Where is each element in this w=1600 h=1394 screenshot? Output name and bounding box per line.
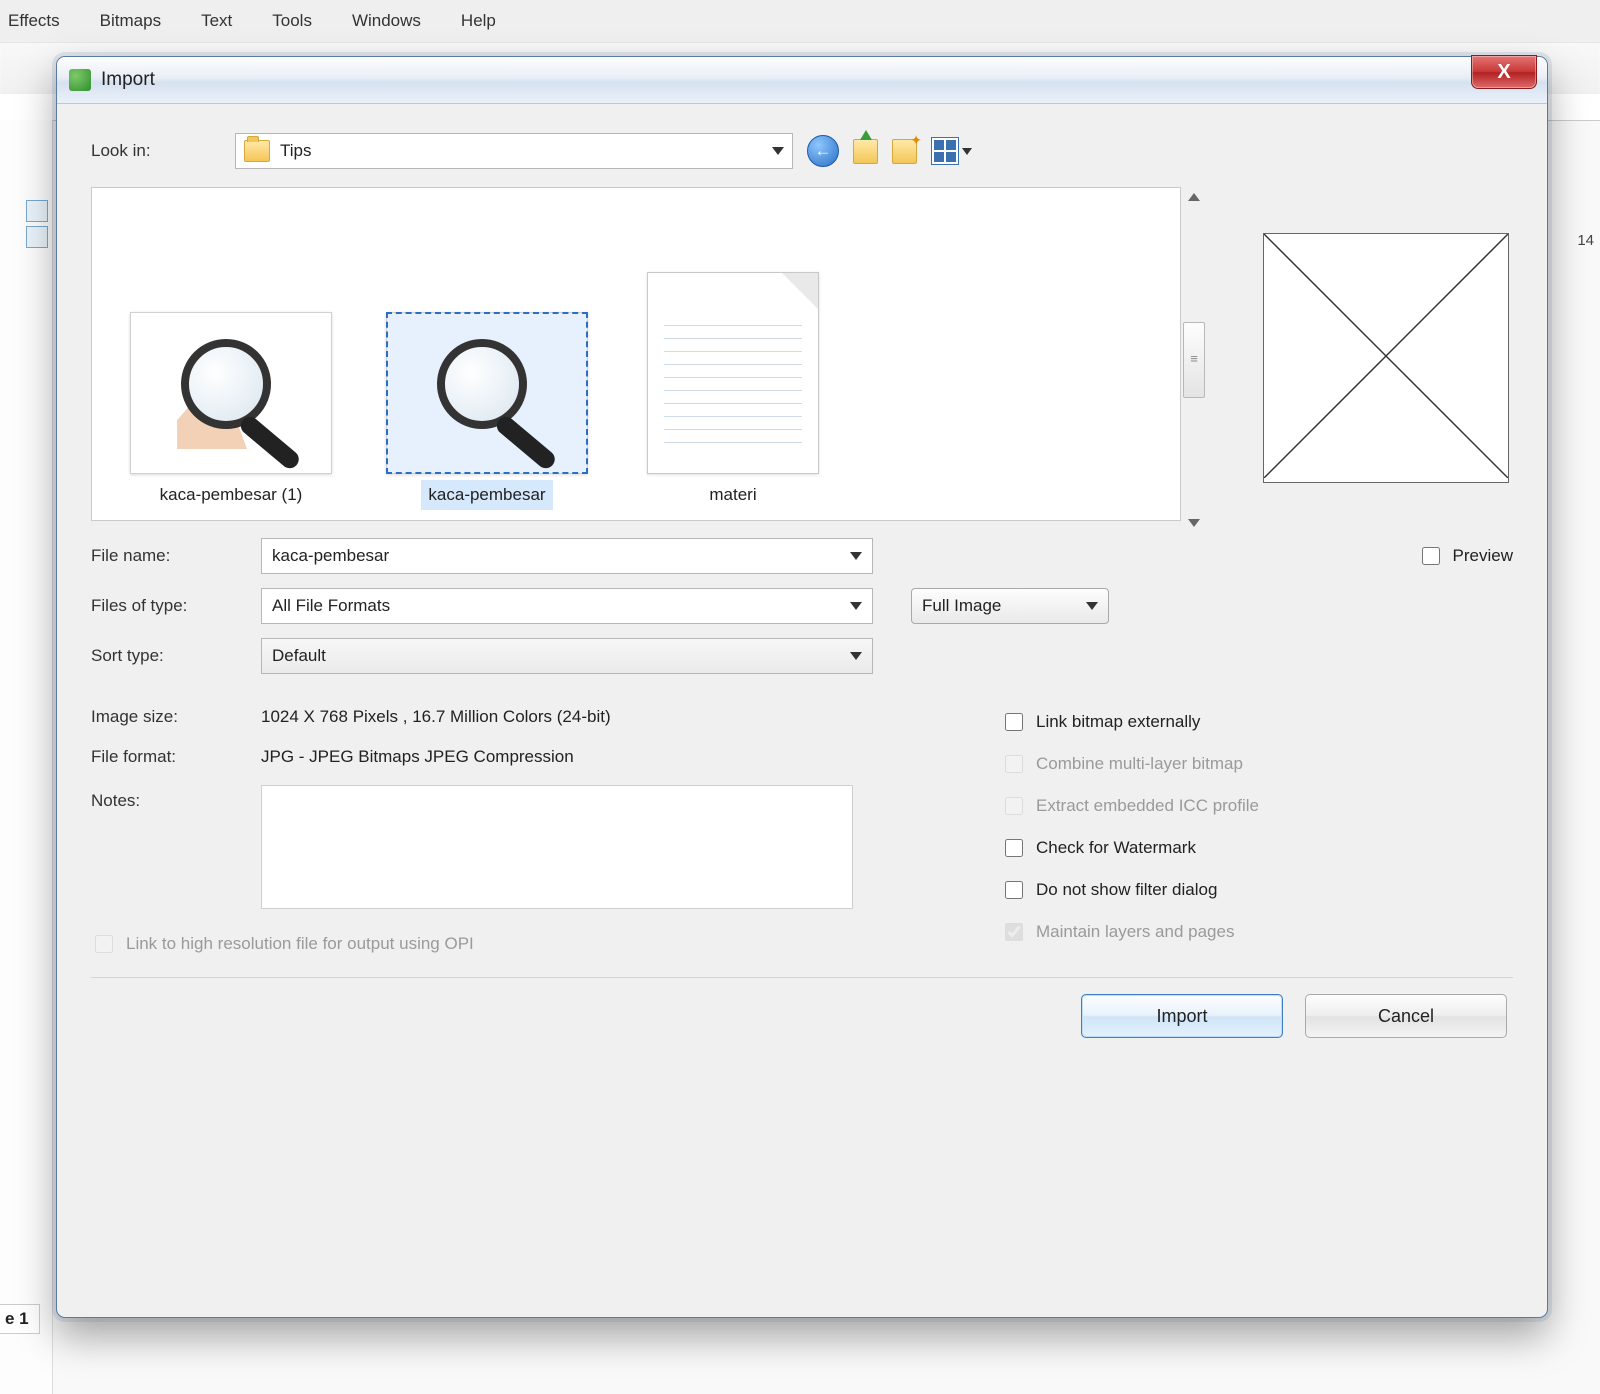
menu-help[interactable]: Help	[461, 11, 496, 31]
file-thumbnail	[130, 312, 332, 474]
scroll-up-icon[interactable]	[1188, 193, 1200, 201]
filetype-label: Files of type:	[91, 596, 243, 616]
link-externally-checkbox[interactable]	[1005, 713, 1023, 731]
combine-label: Combine multi-layer bitmap	[1036, 754, 1243, 774]
separator	[91, 977, 1513, 978]
image-crop-combo[interactable]: Full Image	[911, 588, 1109, 624]
chevron-down-icon	[850, 552, 862, 560]
left-docker	[0, 120, 53, 1394]
chevron-down-icon	[772, 147, 784, 155]
sort-label: Sort type:	[91, 646, 243, 666]
file-item-materi[interactable]: materi	[628, 272, 838, 510]
import-button[interactable]: Import	[1081, 994, 1283, 1038]
menu-windows[interactable]: Windows	[352, 11, 421, 31]
file-name: materi	[702, 480, 763, 510]
folder-icon	[244, 140, 270, 162]
file-name: kaca-pembesar (1)	[153, 480, 310, 510]
dialog-titlebar[interactable]: Import X	[57, 57, 1547, 104]
preview-checkbox[interactable]	[1422, 547, 1440, 565]
preview-pane	[1263, 233, 1509, 483]
filetype-combo[interactable]: All File Formats	[261, 588, 873, 624]
close-icon: X	[1497, 61, 1510, 84]
maintain-checkbox	[1005, 923, 1023, 941]
app-icon	[69, 69, 91, 91]
docker-swatch[interactable]	[26, 226, 48, 248]
new-folder-button[interactable]	[892, 139, 917, 164]
chevron-down-icon	[1086, 602, 1098, 610]
opi-checkbox	[95, 935, 113, 953]
scrollbar[interactable]	[1181, 187, 1207, 533]
notes-label: Notes:	[91, 785, 243, 811]
watermark-checkbox[interactable]	[1005, 839, 1023, 857]
watermark-label: Check for Watermark	[1036, 838, 1196, 858]
chevron-down-icon	[850, 652, 862, 660]
preview-label: Preview	[1453, 546, 1513, 566]
opi-label: Link to high resolution file for output …	[126, 934, 474, 954]
menu-bitmaps[interactable]: Bitmaps	[100, 11, 161, 31]
image-crop-value: Full Image	[922, 596, 1078, 616]
maintain-label: Maintain layers and pages	[1036, 922, 1234, 942]
ruler-tick: 14	[1577, 232, 1594, 249]
link-externally-label: Link bitmap externally	[1036, 712, 1200, 732]
combine-checkbox	[1005, 755, 1023, 773]
icc-checkbox	[1005, 797, 1023, 815]
nofilter-checkbox[interactable]	[1005, 881, 1023, 899]
filetype-value: All File Formats	[272, 596, 842, 616]
imagesize-value: 1024 X 768 Pixels , 16.7 Million Colors …	[261, 707, 611, 727]
notes-textarea[interactable]	[261, 785, 853, 909]
file-name: kaca-pembesar	[421, 480, 552, 510]
file-thumbnail	[386, 312, 588, 474]
lookin-combo[interactable]: Tips	[235, 133, 793, 169]
menu-effects[interactable]: Effects	[8, 11, 60, 31]
lookin-value: Tips	[280, 141, 312, 161]
scroll-thumb[interactable]	[1183, 322, 1205, 398]
sort-value: Default	[272, 646, 842, 666]
fileformat-label: File format:	[91, 747, 243, 767]
filename-value: kaca-pembesar	[272, 546, 842, 566]
file-listing[interactable]: kaca-pembesar (1) kaca-pembesar materi	[91, 187, 1181, 521]
imagesize-label: Image size:	[91, 707, 243, 727]
fileformat-value: JPG - JPEG Bitmaps JPEG Compression	[261, 747, 574, 767]
sort-combo[interactable]: Default	[261, 638, 873, 674]
dialog-title: Import	[101, 69, 155, 91]
view-menu-button[interactable]	[931, 137, 972, 165]
page-tab[interactable]: e 1	[0, 1304, 40, 1334]
chevron-down-icon	[850, 602, 862, 610]
nav-up-button[interactable]	[853, 139, 878, 164]
import-dialog: Import X Look in: Tips ←	[56, 56, 1548, 1318]
filename-label: File name:	[91, 546, 243, 566]
filename-input[interactable]: kaca-pembesar	[261, 538, 873, 574]
file-item-kaca2[interactable]: kaca-pembesar	[372, 312, 602, 510]
lookin-label: Look in:	[91, 141, 221, 161]
menu-text[interactable]: Text	[201, 11, 232, 31]
icc-label: Extract embedded ICC profile	[1036, 796, 1259, 816]
close-button[interactable]: X	[1471, 55, 1537, 89]
file-item-kaca1[interactable]: kaca-pembesar (1)	[116, 312, 346, 510]
grid-icon	[931, 137, 959, 165]
nav-back-button[interactable]: ←	[807, 135, 839, 167]
chevron-down-icon	[962, 148, 972, 155]
app-menubar: Effects Bitmaps Text Tools Windows Help	[0, 0, 1600, 43]
cancel-button[interactable]: Cancel	[1305, 994, 1507, 1038]
menu-tools[interactable]: Tools	[272, 11, 312, 31]
file-thumbnail	[647, 272, 819, 474]
arrow-left-icon: ←	[815, 141, 832, 161]
docker-swatch[interactable]	[26, 200, 48, 222]
scroll-down-icon[interactable]	[1188, 519, 1200, 527]
nofilter-label: Do not show filter dialog	[1036, 880, 1217, 900]
